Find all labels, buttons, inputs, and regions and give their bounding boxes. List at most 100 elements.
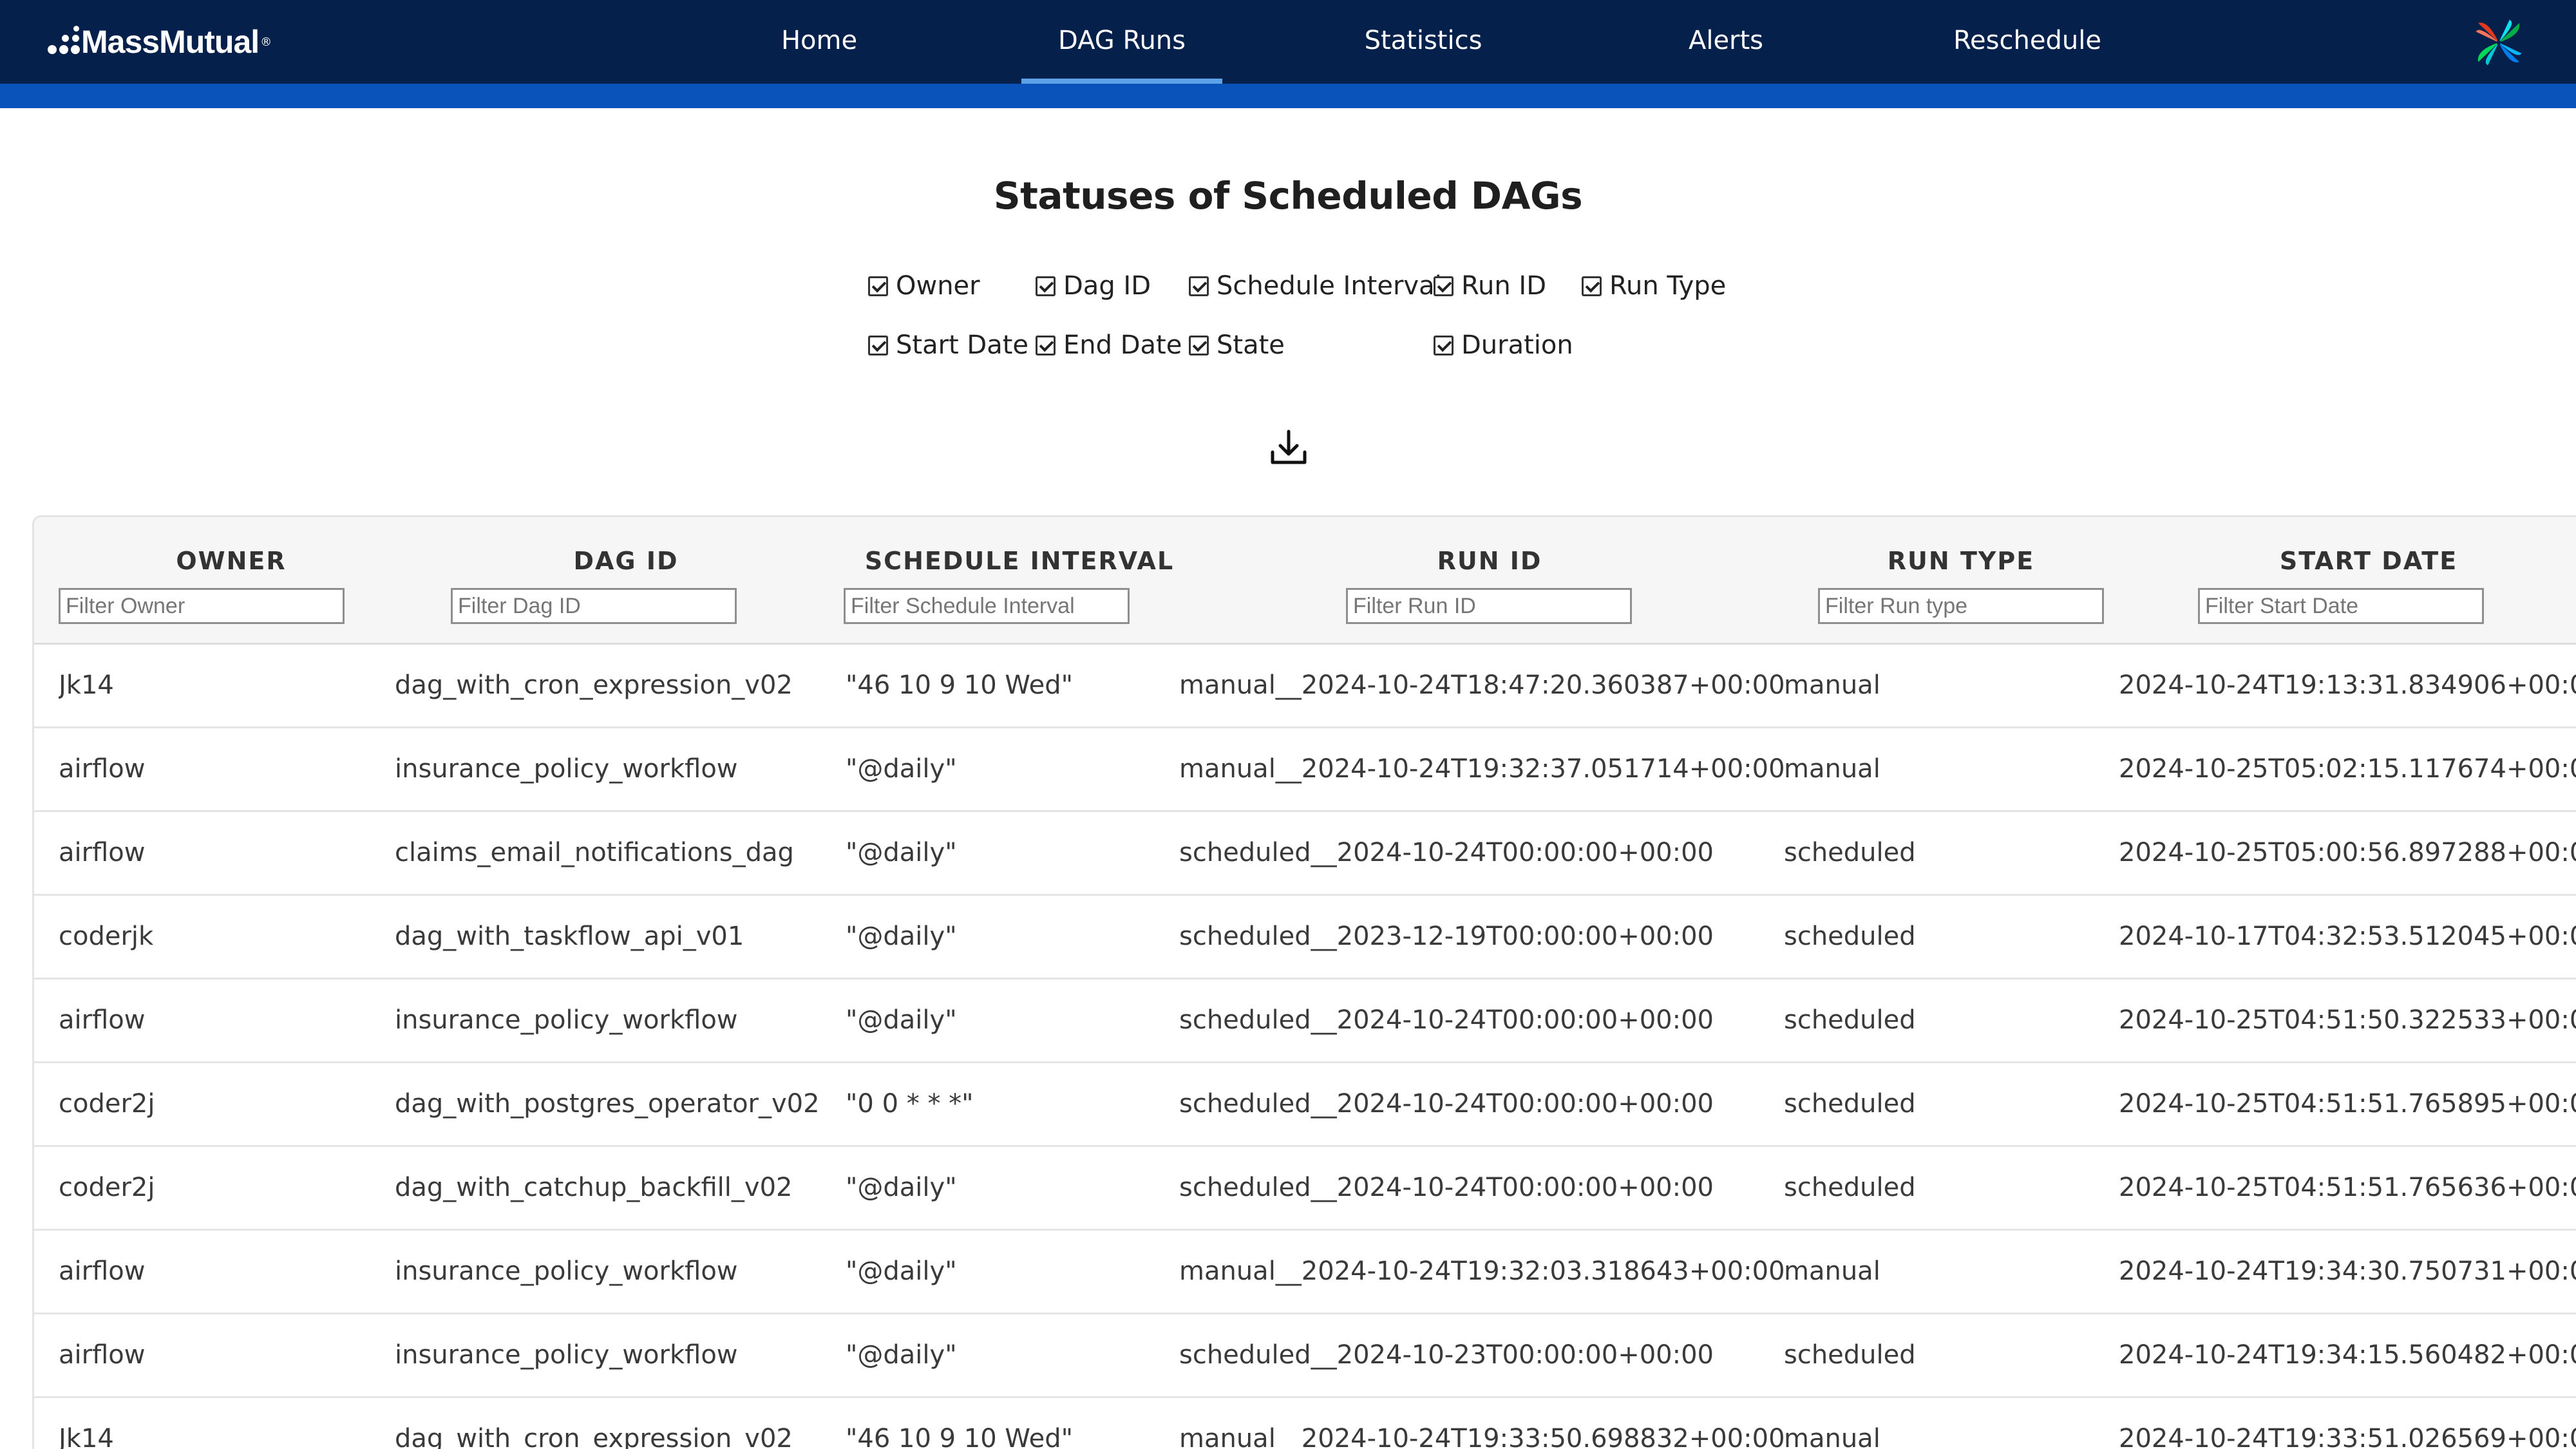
checkbox-checked-icon[interactable]	[868, 276, 888, 296]
table-row[interactable]: coder2j dag_with_catchup_backfill_v02 "@da…	[34, 1147, 2576, 1231]
nav-item-alerts[interactable]: Alerts	[1668, 26, 1784, 58]
cell-dag-id: dag_with_cron_expression_v02	[395, 1424, 793, 1449]
column-label: SCHEDULE INTERVAL	[864, 547, 1175, 575]
toggle-run-id[interactable]: Run ID	[1434, 269, 1546, 303]
checkbox-checked-icon[interactable]	[1582, 276, 1602, 296]
checkbox-checked-icon[interactable]	[1036, 335, 1056, 355]
cell-run-id: scheduled__2024-10-24T00:00:00+00:00	[1179, 1173, 1714, 1202]
cell-dag-id: insurance_policy_workflow	[395, 1256, 738, 1286]
cell-run-type: scheduled	[1784, 1089, 1916, 1119]
brand-name: MassMutual	[81, 24, 260, 60]
filter-schedule-interval-input[interactable]	[844, 588, 1130, 624]
toggle-owner[interactable]: Owner	[868, 269, 980, 303]
column-header-owner: OWNER	[34, 517, 428, 645]
cell-dag-id: insurance_policy_workflow	[395, 1340, 738, 1370]
cell-run-id: scheduled__2024-10-24T00:00:00+00:00	[1179, 1005, 1714, 1035]
download-icon[interactable]	[1267, 426, 1310, 469]
toggle-duration[interactable]: Duration	[1434, 328, 1573, 362]
cell-schedule-interval: "@daily"	[846, 838, 957, 867]
cell-run-id: scheduled__2024-10-23T00:00:00+00:00	[1179, 1340, 1714, 1370]
toggle-label: Schedule Interval	[1217, 271, 1442, 301]
cell-start-date: 2024-10-25T05:02:15.117674+00:00	[2119, 754, 2576, 784]
toggle-label: State	[1217, 330, 1285, 360]
toggle-label: Dag ID	[1063, 271, 1151, 301]
toggle-state[interactable]: State	[1189, 328, 1285, 362]
cell-start-date: 2024-10-24T19:34:30.750731+00:00	[2119, 1256, 2576, 1286]
checkbox-checked-icon[interactable]	[1434, 335, 1454, 355]
toggle-label: Start Date	[896, 330, 1029, 360]
column-header-dag-id: DAG ID	[428, 517, 824, 645]
massmutual-logo[interactable]: MassMutual ®	[45, 23, 272, 61]
toggle-run-type[interactable]: Run Type	[1582, 269, 1726, 303]
checkbox-checked-icon[interactable]	[1036, 276, 1056, 296]
checkbox-checked-icon[interactable]	[1189, 335, 1209, 355]
toggle-schedule-interval[interactable]: Schedule Interval	[1189, 269, 1442, 303]
table-row[interactable]: airflow claims_email_notifications_dag "@d…	[34, 812, 2576, 896]
cell-owner: coderjk	[59, 922, 154, 951]
cell-start-date: 2024-10-25T04:51:51.765895+00:00	[2119, 1089, 2576, 1119]
cell-owner: airflow	[59, 1256, 146, 1286]
checkbox-checked-icon[interactable]	[1189, 276, 1209, 296]
nav-item-home[interactable]: Home	[755, 26, 884, 58]
filter-owner-input[interactable]	[59, 588, 345, 624]
cell-start-date: 2024-10-25T05:00:56.897288+00:00	[2119, 838, 2576, 867]
nav-item-reschedule[interactable]: Reschedule	[1944, 26, 2111, 58]
checkbox-checked-icon[interactable]	[1434, 276, 1454, 296]
table-row[interactable]: airflow insurance_policy_workflow "@daily"…	[34, 1314, 2576, 1398]
cell-dag-id: claims_email_notifications_dag	[395, 838, 794, 867]
filter-start-date-input[interactable]	[2198, 588, 2484, 624]
table-row[interactable]: coder2j dag_with_postgres_operator_v02 "0 …	[34, 1063, 2576, 1147]
cell-owner: airflow	[59, 754, 146, 784]
toggle-dag-id[interactable]: Dag ID	[1036, 269, 1151, 303]
top-navbar: MassMutual ® Home DAG Runs Statistics Ale…	[0, 0, 2576, 84]
cell-start-date: 2024-10-17T04:32:53.512045+00:00	[2119, 922, 2576, 951]
cell-run-id: manual__2024-10-24T19:33:50.698832+00:00	[1179, 1424, 1785, 1449]
toggle-label: End Date	[1063, 330, 1182, 360]
cell-dag-id: dag_with_cron_expression_v02	[395, 670, 793, 700]
cell-owner: coder2j	[59, 1173, 155, 1202]
table-row[interactable]: airflow insurance_policy_workflow "@daily"…	[34, 1231, 2576, 1314]
toggle-label: Owner	[896, 271, 980, 301]
cell-start-date: 2024-10-25T04:51:50.322533+00:00	[2119, 1005, 2576, 1035]
cell-run-type: scheduled	[1784, 1340, 1916, 1370]
cell-schedule-interval: "0 0 * * *"	[846, 1089, 974, 1119]
cell-run-type: manual	[1784, 754, 1880, 784]
cell-owner: airflow	[59, 838, 146, 867]
column-header-run-id: RUN ID	[1215, 517, 1764, 645]
cell-run-type: scheduled	[1784, 1173, 1916, 1202]
cell-run-id: manual__2024-10-24T19:32:37.051714+00:00	[1179, 754, 1785, 784]
nav-item-dag-runs[interactable]: DAG Runs	[1021, 26, 1222, 84]
column-header-run-type: RUN TYPE	[1764, 517, 2158, 645]
cell-owner: Jk14	[59, 670, 114, 700]
filter-dag-id-input[interactable]	[451, 588, 737, 624]
cell-run-type: scheduled	[1784, 838, 1916, 867]
brand-registered-mark: ®	[260, 35, 272, 49]
nav-item-statistics[interactable]: Statistics	[1349, 26, 1497, 58]
table-row[interactable]: Jk14 dag_with_cron_expression_v02 "46 10 9…	[34, 1398, 2576, 1449]
column-label: START DATE	[2279, 547, 2458, 575]
cell-owner: airflow	[59, 1340, 146, 1370]
cell-dag-id: dag_with_postgres_operator_v02	[395, 1089, 820, 1119]
cell-owner: coder2j	[59, 1089, 155, 1119]
table-row[interactable]: airflow insurance_policy_workflow "@daily"…	[34, 980, 2576, 1063]
cell-schedule-interval: "46 10 9 10 Wed"	[846, 1424, 1074, 1449]
toggle-label: Run ID	[1461, 271, 1547, 301]
filter-run-id-input[interactable]	[1346, 588, 1632, 624]
table-row[interactable]: coderjk dag_with_taskflow_api_v01 "@daily"…	[34, 896, 2576, 980]
cell-schedule-interval: "@daily"	[846, 1005, 957, 1035]
cell-run-id: manual__2024-10-24T19:32:03.318643+00:00	[1179, 1256, 1785, 1286]
column-header-schedule-interval: SCHEDULE INTERVAL	[824, 517, 1215, 645]
cell-start-date: 2024-10-24T19:13:31.834906+00:00	[2119, 670, 2576, 700]
cell-start-date: 2024-10-25T04:51:51.765636+00:00	[2119, 1173, 2576, 1202]
airflow-pinwheel-icon[interactable]	[2472, 15, 2526, 70]
toggle-start-date[interactable]: Start Date	[868, 328, 1028, 362]
filter-run-type-input[interactable]	[1818, 588, 2104, 624]
cell-schedule-interval: "@daily"	[846, 1173, 957, 1202]
cell-dag-id: insurance_policy_workflow	[395, 1005, 738, 1035]
table-row[interactable]: airflow insurance_policy_workflow "@daily"…	[34, 728, 2576, 812]
checkbox-checked-icon[interactable]	[868, 335, 888, 355]
dag-runs-table: OWNER DAG ID SCHEDULE INTERVAL RUN ID RU…	[32, 515, 2576, 1449]
column-label: RUN TYPE	[1887, 547, 2035, 575]
toggle-end-date[interactable]: End Date	[1036, 328, 1182, 362]
table-row[interactable]: Jk14 dag_with_cron_expression_v02 "46 10 9…	[34, 645, 2576, 728]
